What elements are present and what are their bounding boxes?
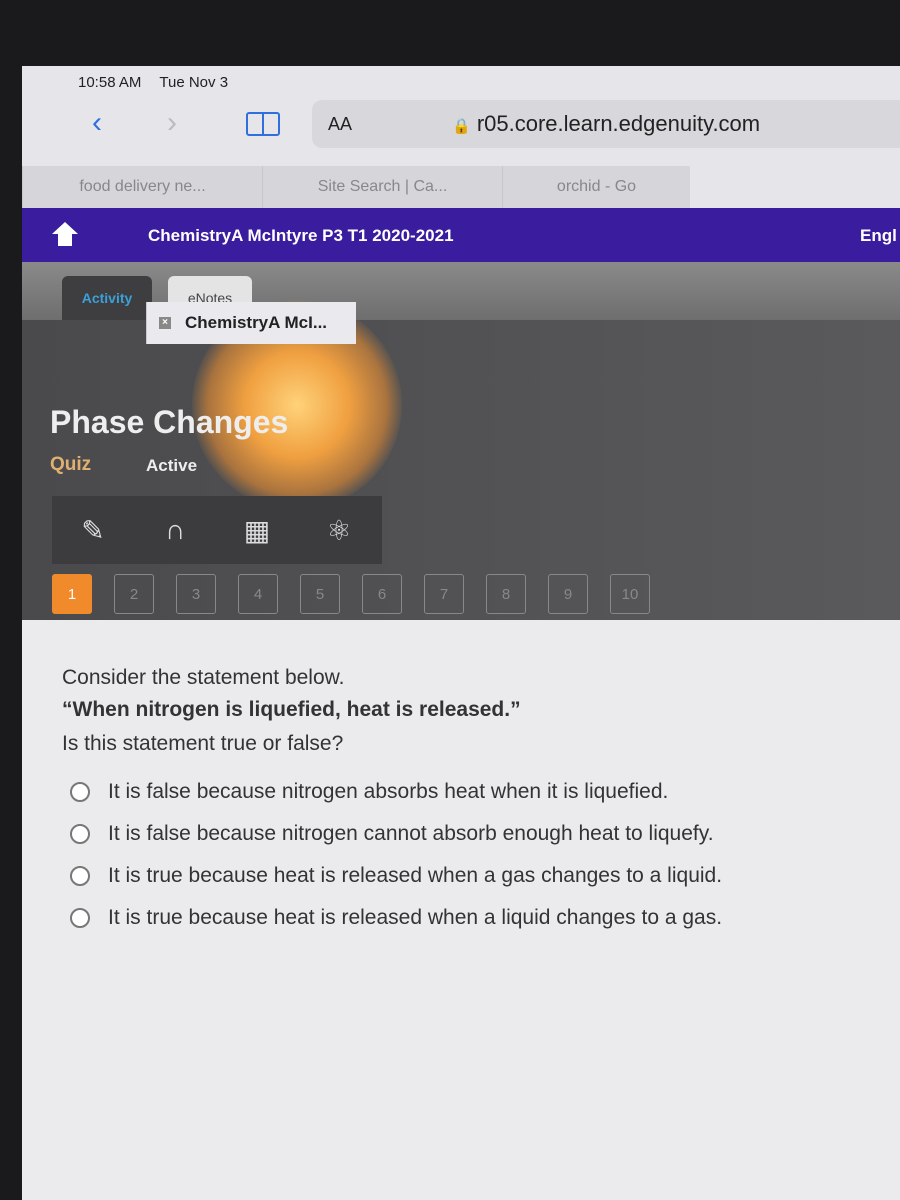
browser-tab[interactable]: orchid - Go bbox=[502, 166, 690, 208]
question-button[interactable]: 1 bbox=[52, 574, 92, 614]
activity-status: Active bbox=[146, 456, 198, 475]
question-button[interactable]: 9 bbox=[548, 574, 588, 614]
activity-type: Quiz bbox=[50, 454, 92, 475]
option-text: It is true because heat is released when… bbox=[108, 906, 723, 929]
option-text: It is false because nitrogen absorbs hea… bbox=[108, 780, 669, 803]
url: r05.core.learn.edgenuity.com bbox=[476, 111, 761, 136]
question-navigator: 1 2 3 4 5 6 7 8 9 10 bbox=[52, 574, 650, 614]
lock-icon: 🔒 bbox=[452, 118, 471, 135]
browser-tab[interactable]: × ChemistryA McI... bbox=[146, 302, 356, 344]
browser-tabs: × ChemistryA McI... food delivery ne... S… bbox=[22, 166, 900, 344]
question-button[interactable]: 4 bbox=[238, 574, 278, 614]
bookmarks-icon[interactable] bbox=[246, 112, 280, 136]
tab-label: food delivery ne... bbox=[79, 178, 206, 195]
browser-tab[interactable]: Site Search | Ca... bbox=[262, 166, 502, 208]
question-button[interactable]: 7 bbox=[424, 574, 464, 614]
headphones-icon[interactable]: ∩ bbox=[134, 514, 216, 546]
pencil-icon[interactable]: ✎ bbox=[52, 514, 134, 547]
close-tab-icon[interactable]: × bbox=[159, 317, 171, 329]
text-size-button[interactable]: AA bbox=[328, 114, 352, 135]
answer-option[interactable]: It is false because nitrogen absorbs hea… bbox=[70, 780, 668, 804]
course-header: ChemistryA McIntyre P3 T1 2020-2021 Engl bbox=[22, 208, 900, 262]
answer-option[interactable]: It is false because nitrogen cannot abso… bbox=[70, 822, 714, 846]
language-button[interactable]: Engl bbox=[860, 226, 897, 246]
option-text: It is true because heat is released when… bbox=[108, 864, 723, 887]
browser-tab[interactable]: food delivery ne... bbox=[22, 166, 262, 208]
status-bar: 10:58 AM Tue Nov 3 bbox=[78, 74, 246, 91]
question-button[interactable]: 6 bbox=[362, 574, 402, 614]
date: Tue Nov 3 bbox=[159, 74, 229, 91]
tab-label: orchid - Go bbox=[556, 178, 637, 195]
calculator-icon[interactable]: ▦ bbox=[216, 514, 298, 547]
question-button[interactable]: 8 bbox=[486, 574, 526, 614]
answer-option[interactable]: It is true because heat is released when… bbox=[70, 906, 722, 930]
tab-label: ChemistryA McI... bbox=[185, 313, 328, 332]
question-button[interactable]: 3 bbox=[176, 574, 216, 614]
atom-icon[interactable]: ⚛ bbox=[298, 514, 380, 547]
question-button[interactable]: 2 bbox=[114, 574, 154, 614]
question-button[interactable]: 5 bbox=[300, 574, 340, 614]
activity-title: Phase Changes bbox=[50, 404, 289, 440]
option-text: It is false because nitrogen cannot abso… bbox=[108, 822, 714, 845]
question-statement: “When nitrogen is liquefied, heat is rel… bbox=[62, 698, 521, 721]
question-prompt: Is this statement true or false? bbox=[62, 732, 344, 755]
forward-icon[interactable]: › bbox=[167, 106, 177, 140]
tab-activity[interactable]: Activity bbox=[62, 276, 152, 320]
ipad-screen: 10:58 AM Tue Nov 3 ‹ › AA 🔒 r05.core.lear… bbox=[22, 66, 900, 1200]
radio-button[interactable] bbox=[70, 908, 90, 928]
question-button[interactable]: 10 bbox=[610, 574, 650, 614]
radio-button[interactable] bbox=[70, 824, 90, 844]
time: 10:58 AM bbox=[78, 74, 142, 91]
tab-label: Site Search | Ca... bbox=[317, 178, 448, 195]
question-intro: Consider the statement below. bbox=[62, 666, 345, 689]
radio-button[interactable] bbox=[70, 866, 90, 886]
question-area: Consider the statement below. “When nitr… bbox=[22, 620, 900, 1200]
address-bar[interactable]: AA 🔒 r05.core.learn.edgenuity.com bbox=[312, 100, 900, 148]
toolbar: ✎ ∩ ▦ ⚛ bbox=[52, 496, 382, 564]
activity-panel: Phase Changes Quiz Active ✎ ∩ ▦ ⚛ 1 2 3 … bbox=[22, 300, 900, 620]
radio-button[interactable] bbox=[70, 782, 90, 802]
course-title: ChemistryA McIntyre P3 T1 2020-2021 bbox=[148, 226, 454, 245]
home-icon[interactable] bbox=[52, 222, 78, 246]
answer-option[interactable]: It is true because heat is released when… bbox=[70, 864, 722, 888]
back-icon[interactable]: ‹ bbox=[92, 106, 102, 140]
